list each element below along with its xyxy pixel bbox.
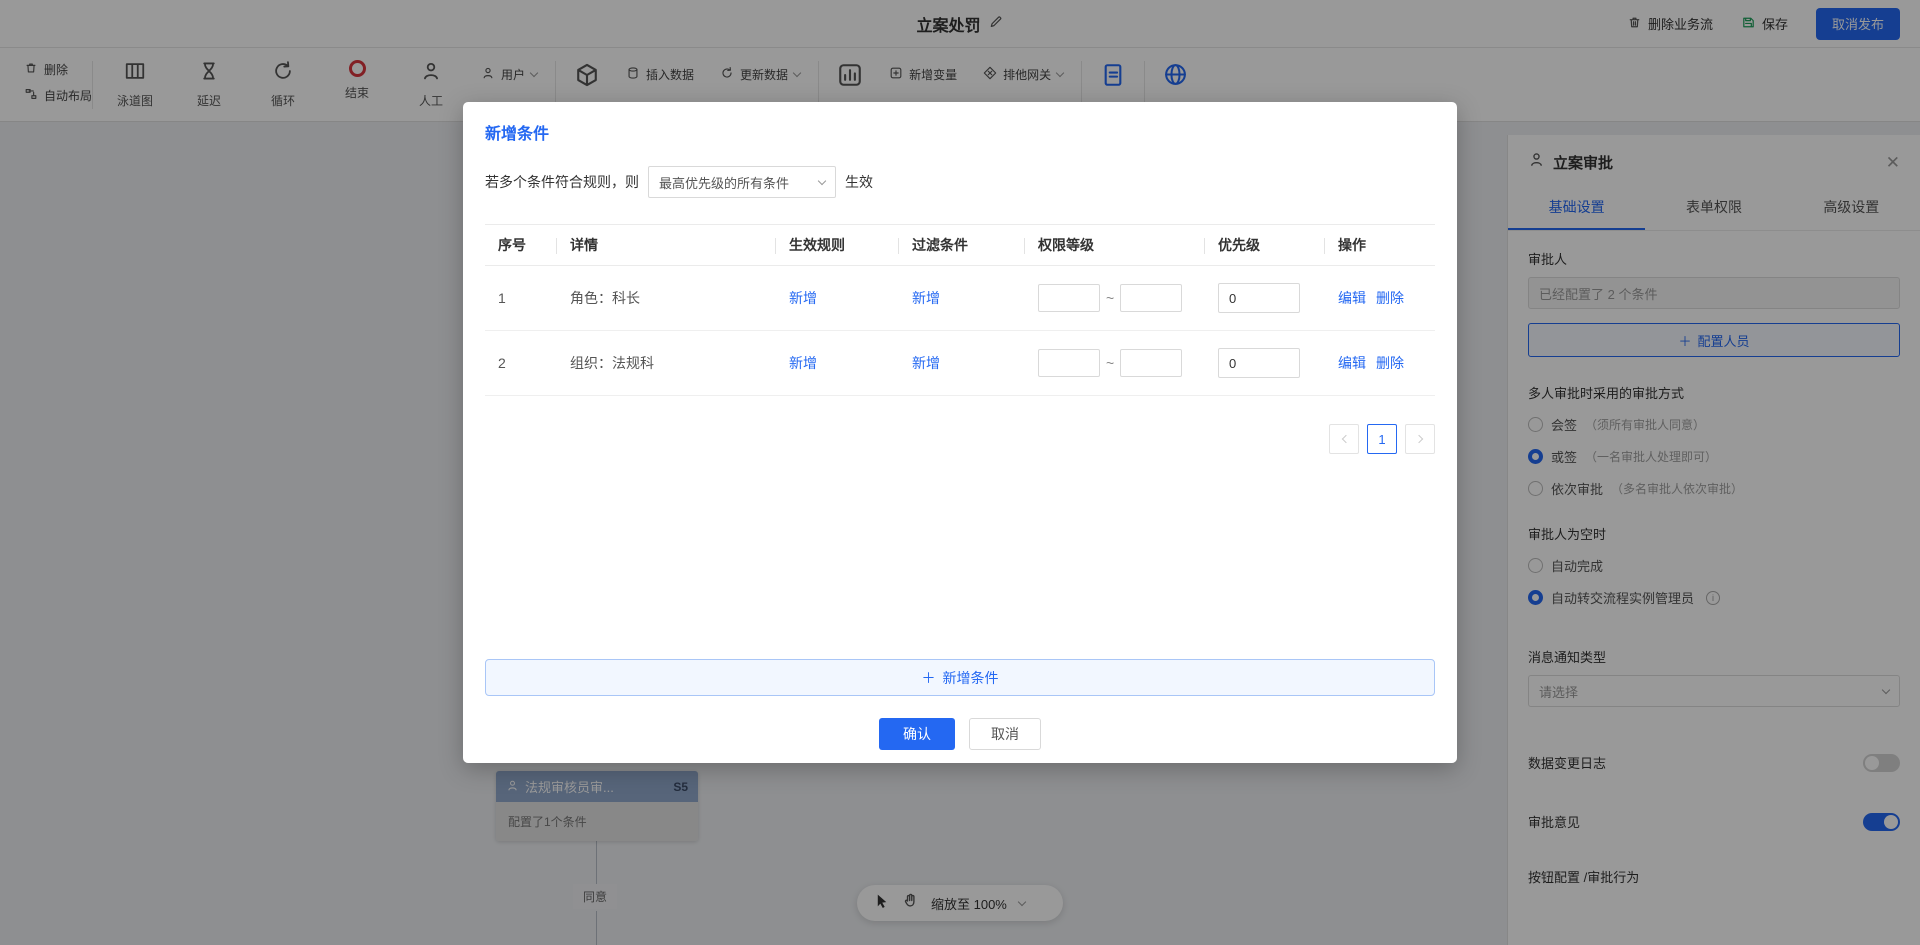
rule-row: 若多个条件符合规则，则 最高优先级的所有条件 生效 — [485, 166, 1435, 198]
level-max-input[interactable] — [1120, 349, 1182, 377]
table-header-row: 序号 详情 生效规则 过滤条件 权限等级 优先级 操作 — [485, 224, 1435, 266]
cancel-button[interactable]: 取消 — [969, 718, 1041, 750]
add-condition-modal: 新增条件 若多个条件符合规则，则 最高优先级的所有条件 生效 序号 详情 生效规… — [463, 102, 1457, 763]
plus-icon: ＋ — [922, 668, 936, 688]
chevron-down-icon — [818, 176, 826, 184]
modal-footer: 确认 取消 — [463, 718, 1457, 750]
table-row: 1 角色：科长 新增 新增 ~ 编辑 删除 — [485, 266, 1435, 331]
pagination: 1 — [485, 424, 1435, 454]
delete-row-link[interactable]: 删除 — [1376, 288, 1404, 308]
row-detail: 角色：科长 — [557, 266, 776, 330]
level-max-input[interactable] — [1120, 284, 1182, 312]
row-index: 1 — [485, 266, 557, 330]
table-row: 2 组织：法规科 新增 新增 ~ 编辑 删除 — [485, 331, 1435, 396]
page-number[interactable]: 1 — [1367, 424, 1397, 454]
level-min-input[interactable] — [1038, 349, 1100, 377]
modal-title: 新增条件 — [485, 120, 1435, 144]
edit-row-link[interactable]: 编辑 — [1338, 353, 1366, 373]
workflow-designer: 立案处罚 删除业务流 保存 取消发布 删除 自动 — [0, 0, 1920, 945]
confirm-button[interactable]: 确认 — [879, 718, 955, 750]
add-filter-link[interactable]: 新增 — [912, 353, 940, 373]
add-effective-rule-link[interactable]: 新增 — [789, 288, 817, 308]
edit-row-link[interactable]: 编辑 — [1338, 288, 1366, 308]
chevron-right-icon — [1414, 435, 1422, 443]
rule-prefix-text: 若多个条件符合规则，则 — [485, 172, 639, 192]
prev-page-button[interactable] — [1329, 424, 1359, 454]
next-page-button[interactable] — [1405, 424, 1435, 454]
level-min-input[interactable] — [1038, 284, 1100, 312]
add-effective-rule-link[interactable]: 新增 — [789, 353, 817, 373]
range-separator: ~ — [1106, 290, 1114, 306]
priority-input[interactable] — [1218, 348, 1300, 378]
chevron-left-icon — [1341, 435, 1349, 443]
row-detail: 组织：法规科 — [557, 331, 776, 395]
add-condition-button[interactable]: ＋ 新增条件 — [485, 659, 1435, 696]
rule-suffix-text: 生效 — [845, 172, 873, 192]
delete-row-link[interactable]: 删除 — [1376, 353, 1404, 373]
add-filter-link[interactable]: 新增 — [912, 288, 940, 308]
priority-input[interactable] — [1218, 283, 1300, 313]
conditions-table: 序号 详情 生效规则 过滤条件 权限等级 优先级 操作 1 角色：科长 新增 新… — [485, 224, 1435, 396]
rule-priority-select[interactable]: 最高优先级的所有条件 — [648, 166, 836, 198]
row-index: 2 — [485, 331, 557, 395]
range-separator: ~ — [1106, 355, 1114, 371]
